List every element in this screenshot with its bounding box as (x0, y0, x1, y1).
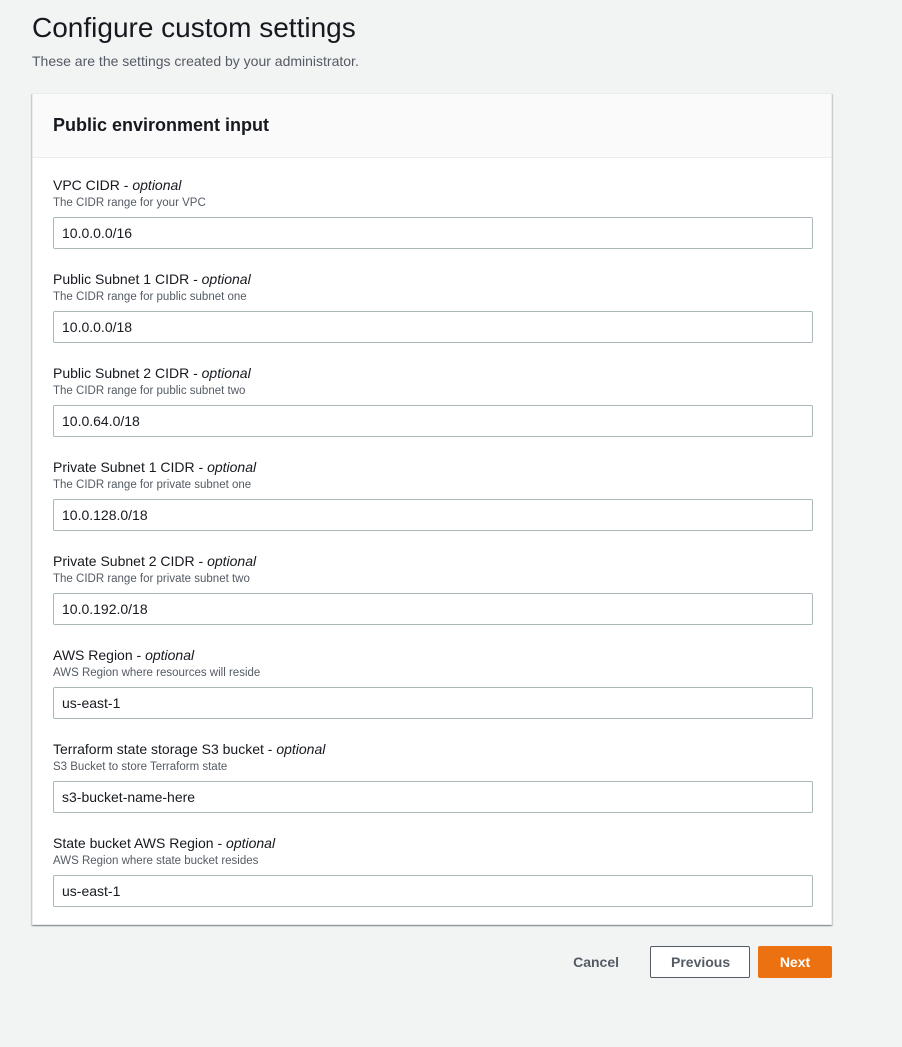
field-public-subnet-1-cidr: Public Subnet 1 CIDR - optional The CIDR… (53, 270, 813, 364)
field-vpc-cidr: VPC CIDR - optional The CIDR range for y… (53, 176, 813, 270)
private-subnet-1-cidr-input[interactable] (53, 499, 813, 531)
next-button[interactable]: Next (758, 946, 832, 978)
field-label-text: Terraform state storage S3 bucket (53, 741, 264, 757)
settings-panel: Public environment input VPC CIDR - opti… (32, 93, 832, 925)
field-label: Private Subnet 2 CIDR - optional (53, 553, 257, 569)
private-subnet-2-cidr-input[interactable] (53, 593, 813, 625)
field-terraform-state-bucket: Terraform state storage S3 bucket - opti… (53, 740, 813, 834)
field-description: The CIDR range for private subnet two (53, 573, 250, 585)
field-label-text: AWS Region (53, 647, 133, 663)
public-subnet-1-cidr-input[interactable] (53, 311, 813, 343)
field-description: The CIDR range for your VPC (53, 197, 206, 209)
terraform-state-bucket-input[interactable] (53, 781, 813, 813)
field-label: Private Subnet 1 CIDR - optional (53, 459, 257, 475)
cancel-button[interactable]: Cancel (552, 946, 640, 978)
optional-tag: optional (207, 553, 257, 569)
optional-tag: optional (207, 459, 257, 475)
vpc-cidr-input[interactable] (53, 217, 813, 249)
field-label-text: VPC CIDR (53, 177, 120, 193)
field-label: State bucket AWS Region - optional (53, 835, 276, 851)
optional-tag: optional (132, 177, 182, 193)
page: Configure custom settings These are the … (32, 0, 832, 978)
field-description: The CIDR range for public subnet one (53, 291, 247, 303)
field-aws-region: AWS Region - optional AWS Region where r… (53, 646, 813, 740)
field-description: S3 Bucket to store Terraform state (53, 761, 228, 773)
field-label-text: State bucket AWS Region (53, 835, 214, 851)
form-actions: Cancel Previous Next (32, 946, 832, 978)
field-label-text: Private Subnet 2 CIDR (53, 553, 195, 569)
field-description: The CIDR range for private subnet one (53, 479, 252, 491)
state-bucket-region-input[interactable] (53, 875, 813, 907)
field-state-bucket-region: State bucket AWS Region - optional AWS R… (53, 834, 813, 928)
optional-tag: optional (226, 835, 276, 851)
aws-region-input[interactable] (53, 687, 813, 719)
field-private-subnet-1-cidr: Private Subnet 1 CIDR - optional The CID… (53, 458, 813, 552)
previous-button[interactable]: Previous (650, 946, 750, 978)
panel-header: Public environment input (33, 94, 831, 158)
optional-tag: optional (145, 647, 195, 663)
field-label-text: Public Subnet 2 CIDR (53, 365, 190, 381)
field-label-text: Public Subnet 1 CIDR (53, 271, 190, 287)
field-public-subnet-2-cidr: Public Subnet 2 CIDR - optional The CIDR… (53, 364, 813, 458)
field-label: Public Subnet 2 CIDR - optional (53, 365, 251, 381)
panel-title: Public environment input (53, 115, 270, 135)
field-label: Public Subnet 1 CIDR - optional (53, 271, 251, 287)
field-description: The CIDR range for public subnet two (53, 385, 246, 397)
panel-body: VPC CIDR - optional The CIDR range for y… (33, 158, 831, 928)
field-private-subnet-2-cidr: Private Subnet 2 CIDR - optional The CID… (53, 552, 813, 646)
optional-tag: optional (201, 365, 251, 381)
field-description: AWS Region where state bucket resides (53, 855, 259, 867)
field-label: AWS Region - optional (53, 647, 195, 663)
page-title: Configure custom settings (32, 12, 356, 43)
field-label: VPC CIDR - optional (53, 177, 182, 193)
field-description: AWS Region where resources will reside (53, 667, 261, 679)
field-label: Terraform state storage S3 bucket - opti… (53, 741, 326, 757)
page-subtitle: These are the settings created by your a… (32, 53, 359, 69)
optional-tag: optional (276, 741, 326, 757)
public-subnet-2-cidr-input[interactable] (53, 405, 813, 437)
optional-tag: optional (201, 271, 251, 287)
field-label-text: Private Subnet 1 CIDR (53, 459, 195, 475)
